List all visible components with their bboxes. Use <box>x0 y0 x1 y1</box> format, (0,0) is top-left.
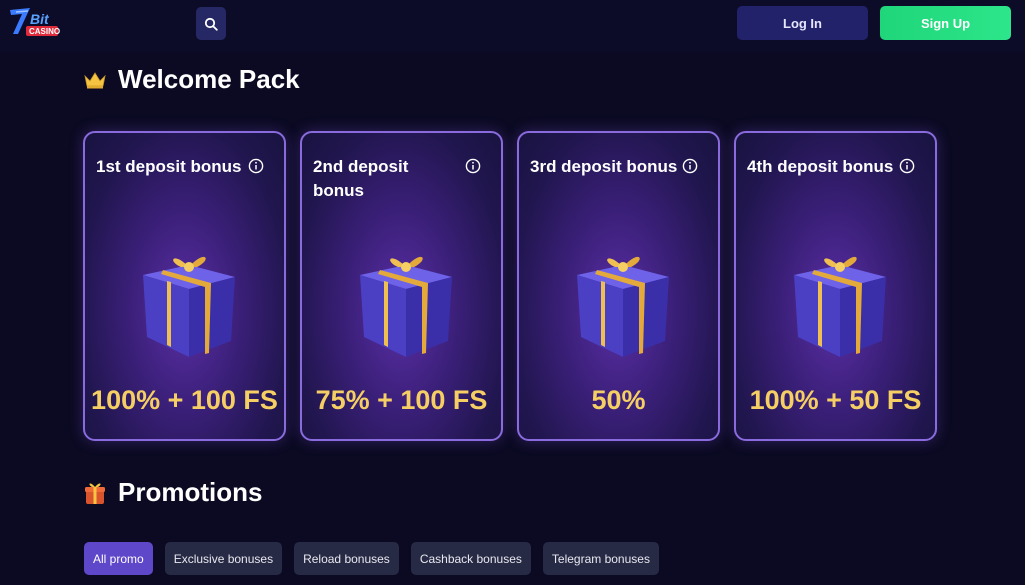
card-value: 100% + 100 FS <box>91 385 278 415</box>
tab-telegram-bonuses[interactable]: Telegram bonuses <box>542 542 659 575</box>
search-button[interactable] <box>196 7 226 40</box>
promo-filter-tabs: All promo Exclusive bonuses Reload bonus… <box>84 542 659 575</box>
info-icon[interactable] <box>465 158 481 174</box>
tab-cashback-bonuses[interactable]: Cashback bonuses <box>410 542 531 575</box>
crown-icon <box>84 71 106 88</box>
deposit-bonus-card-3[interactable]: 3rd deposit bonus 50% <box>517 131 720 441</box>
signup-button[interactable]: Sign Up <box>880 6 1011 40</box>
welcome-pack-heading: Welcome Pack <box>84 64 300 95</box>
info-icon[interactable] <box>248 158 264 174</box>
logo-icon: Bit CASINO <box>10 8 60 36</box>
welcome-pack-title: Welcome Pack <box>118 64 300 94</box>
gift-icon <box>85 483 105 504</box>
deposit-bonus-card-2[interactable]: 2nd deposit bonus 75% + 100 FS <box>300 131 503 441</box>
info-icon[interactable] <box>899 158 915 174</box>
svg-text:Bit: Bit <box>30 11 50 27</box>
promotions-title: Promotions <box>118 477 263 507</box>
info-icon[interactable] <box>682 158 698 174</box>
tab-exclusive-bonuses[interactable]: Exclusive bonuses <box>164 542 283 575</box>
login-button[interactable]: Log In <box>737 6 868 40</box>
card-value: 50% <box>591 385 646 415</box>
gift-box-icon <box>577 256 669 357</box>
tab-reload-bonuses[interactable]: Reload bonuses <box>294 542 399 575</box>
logo[interactable]: Bit CASINO <box>8 4 62 42</box>
card-title: 4th deposit bonus <box>747 157 894 176</box>
deposit-bonus-card-1[interactable]: 1st deposit bonus 100% + 100 FS <box>83 131 286 441</box>
card-value: 100% + 50 FS <box>749 385 922 415</box>
gift-box-icon <box>143 256 235 357</box>
deposit-bonus-card-4[interactable]: 4th deposit bonus 100% + 50 FS <box>734 131 937 441</box>
svg-text:CASINO: CASINO <box>29 27 60 36</box>
promotions-heading: Promotions <box>84 477 262 508</box>
gift-box-icon <box>360 256 452 357</box>
gift-box-icon <box>794 256 886 357</box>
card-value: 75% + 100 FS <box>315 385 488 415</box>
top-header: Bit CASINO Log In Sign Up <box>0 0 1025 52</box>
tab-all-promo[interactable]: All promo <box>84 542 153 575</box>
card-title: 2nd deposit bonus <box>313 157 409 200</box>
search-icon <box>204 17 218 31</box>
card-title: 1st deposit bonus <box>96 157 242 176</box>
card-title: 3rd deposit bonus <box>530 157 678 176</box>
